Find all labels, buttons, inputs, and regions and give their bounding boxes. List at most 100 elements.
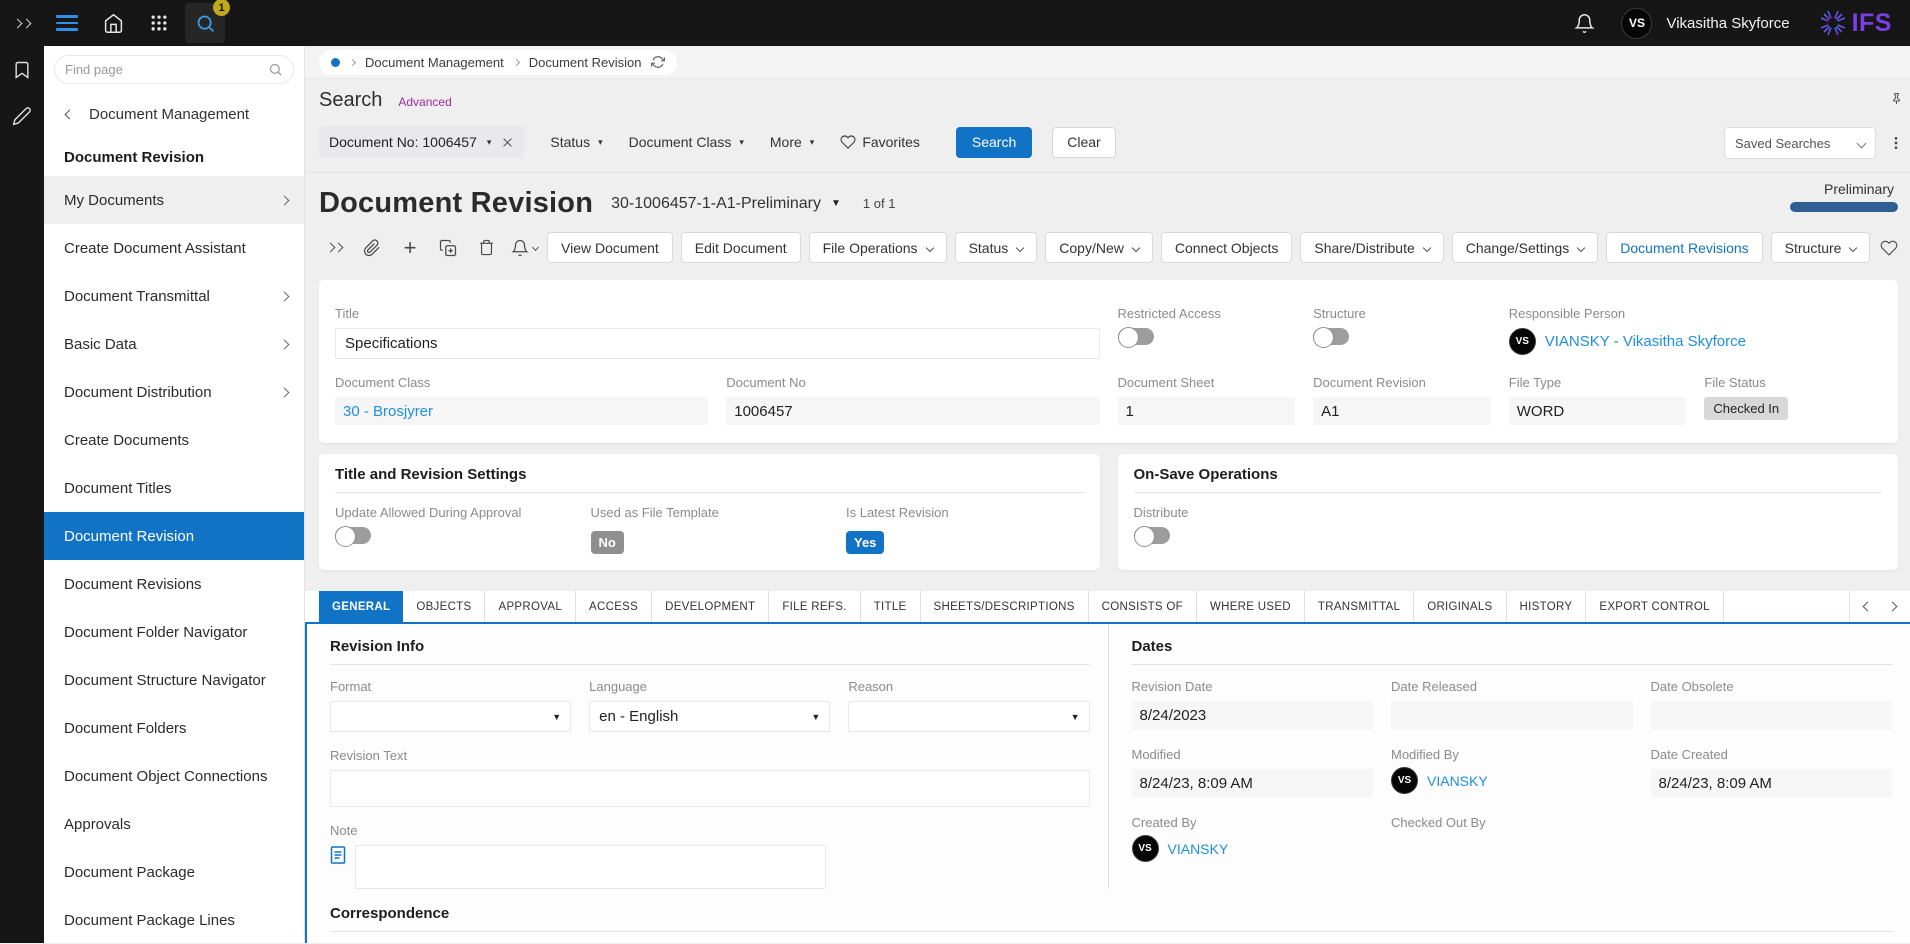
sidebar-item-document-distribution[interactable]: Document Distribution xyxy=(44,368,304,416)
kebab-menu-icon[interactable] xyxy=(1888,135,1904,151)
update-allowed-toggle[interactable] xyxy=(335,527,371,544)
sidebar-item-my-documents[interactable]: My Documents xyxy=(44,176,304,224)
add-record-button[interactable]: + xyxy=(395,233,425,263)
breadcrumb-document-management[interactable]: Document Management xyxy=(365,55,504,70)
chevron-down-icon xyxy=(1849,243,1857,251)
sidebar-item-document-folder-navigator[interactable]: Document Folder Navigator xyxy=(44,608,304,656)
record-selector[interactable]: 30-1006457-1-A1-Preliminary ▼ xyxy=(611,195,841,213)
filter-document-class[interactable]: Document Class▾ xyxy=(629,134,744,150)
sidebar-item-create-document-assistant[interactable]: Create Document Assistant xyxy=(44,224,304,272)
share-distribute-button[interactable]: Share/Distribute xyxy=(1300,232,1443,263)
user-name[interactable]: Vikasitha Skyforce xyxy=(1666,15,1789,32)
sidebar-item-document-folders[interactable]: Document Folders xyxy=(44,704,304,752)
find-page-input[interactable] xyxy=(65,62,268,77)
edit-document-button[interactable]: Edit Document xyxy=(681,232,801,263)
page-title: Document Revision xyxy=(319,187,593,220)
find-page-search[interactable] xyxy=(54,55,294,84)
search-button[interactable]: Search xyxy=(956,127,1032,158)
tab-access[interactable]: ACCESS xyxy=(576,591,652,622)
tab-where-used[interactable]: WHERE USED xyxy=(1197,591,1305,622)
global-search-button[interactable]: 1 xyxy=(185,3,225,43)
connect-objects-button[interactable]: Connect Objects xyxy=(1161,232,1293,263)
sidebar-item-approvals[interactable]: Approvals xyxy=(44,800,304,848)
tab-originals[interactable]: ORIGINALS xyxy=(1414,591,1506,622)
created-by-link[interactable]: VIANSKY xyxy=(1168,841,1229,857)
view-document-button[interactable]: View Document xyxy=(547,232,673,263)
tab-development[interactable]: DEVELOPMENT xyxy=(652,591,769,622)
tab-approval[interactable]: APPROVAL xyxy=(485,591,576,622)
favorites-button[interactable]: Favorites xyxy=(840,134,920,150)
reason-select[interactable]: ▼ xyxy=(848,701,1089,732)
tabs-scroll-left-icon[interactable] xyxy=(1863,602,1873,612)
document-class-link[interactable]: 30 - Brosjyrer xyxy=(343,403,433,420)
modified-by-link[interactable]: VIANSKY xyxy=(1427,773,1488,789)
tab-objects[interactable]: OBJECTS xyxy=(403,591,485,622)
structure-button[interactable]: Structure xyxy=(1771,232,1871,263)
clear-button[interactable]: Clear xyxy=(1052,127,1115,158)
tab-title[interactable]: TITLE xyxy=(861,591,921,622)
structure-toggle[interactable] xyxy=(1313,328,1349,345)
saved-searches-dropdown[interactable]: Saved Searches xyxy=(1724,127,1876,159)
tab-consists-of[interactable]: CONSISTS OF xyxy=(1089,591,1197,622)
bookmarks-button[interactable] xyxy=(12,60,32,80)
user-avatar[interactable]: VS xyxy=(1621,8,1652,39)
menu-button[interactable] xyxy=(47,3,87,43)
revision-text-input[interactable] xyxy=(330,770,1090,807)
title-input[interactable] xyxy=(335,328,1100,359)
sidebar-item-basic-data[interactable]: Basic Data xyxy=(44,320,304,368)
filter-chip-document-no[interactable]: Document No: 1006457 ▾ xyxy=(319,126,524,158)
status-button[interactable]: Status xyxy=(955,232,1038,263)
sidebar-item-create-documents[interactable]: Create Documents xyxy=(44,416,304,464)
latest-revision-badge: Yes xyxy=(846,531,884,554)
notifications-button[interactable] xyxy=(1564,3,1604,43)
sidebar-item-document-revisions[interactable]: Document Revisions xyxy=(44,560,304,608)
tabs-scroll-right-icon[interactable] xyxy=(1888,602,1898,612)
favorite-record-button[interactable] xyxy=(1880,239,1898,257)
duplicate-record-button[interactable] xyxy=(433,233,463,263)
restricted-access-toggle[interactable] xyxy=(1118,328,1154,345)
file-operations-button[interactable]: File Operations xyxy=(809,232,947,263)
tab-general[interactable]: GENERAL xyxy=(319,591,403,622)
breadcrumb-document-revision[interactable]: Document Revision xyxy=(529,55,642,70)
sidebar-item-document-package[interactable]: Document Package xyxy=(44,848,304,896)
subscribe-button[interactable] xyxy=(509,233,539,263)
copy-new-button[interactable]: Copy/New xyxy=(1045,232,1153,263)
sidebar-item-document-package-lines[interactable]: Document Package Lines xyxy=(44,896,304,944)
tab-export-control[interactable]: EXPORT CONTROL xyxy=(1586,591,1724,622)
expand-toolbar-button[interactable] xyxy=(319,233,349,263)
tab-sheets-descriptions[interactable]: SHEETS/DESCRIPTIONS xyxy=(921,591,1089,622)
chevron-down-icon: ▼ xyxy=(1071,712,1080,722)
advanced-search-link[interactable]: Advanced xyxy=(398,95,451,109)
clear-chip-icon[interactable] xyxy=(501,136,514,149)
language-select[interactable]: en - English ▼ xyxy=(589,701,830,732)
note-input[interactable] xyxy=(355,845,826,889)
home-button[interactable] xyxy=(93,3,133,43)
pin-icon[interactable] xyxy=(1889,91,1904,106)
format-select[interactable]: ▼ xyxy=(330,701,571,732)
status-label: Preliminary xyxy=(1790,181,1898,197)
tab-transmittal[interactable]: TRANSMITTAL xyxy=(1305,591,1414,622)
responsible-person-link[interactable]: VIANSKY - Vikasitha Skyforce xyxy=(1545,333,1746,350)
document-revisions-button[interactable]: Document Revisions xyxy=(1606,232,1762,263)
tab-history[interactable]: HISTORY xyxy=(1507,591,1587,622)
apps-button[interactable] xyxy=(139,3,179,43)
filter-status[interactable]: Status▾ xyxy=(550,134,602,150)
distribute-toggle[interactable] xyxy=(1134,527,1170,544)
sidebar-item-document-structure-navigator[interactable]: Document Structure Navigator xyxy=(44,656,304,704)
sidebar-item-document-transmittal[interactable]: Document Transmittal xyxy=(44,272,304,320)
delete-record-button[interactable] xyxy=(471,233,501,263)
sidebar-item-document-revision[interactable]: Document Revision xyxy=(44,512,304,560)
filter-more[interactable]: More▾ xyxy=(770,134,814,150)
rail-expand-button[interactable] xyxy=(0,20,44,27)
attachments-button[interactable] xyxy=(357,233,387,263)
sidebar-item-document-titles[interactable]: Document Titles xyxy=(44,464,304,512)
sidebar-section-title: Document Revision xyxy=(44,133,304,176)
tab-file-refs[interactable]: FILE REFS. xyxy=(769,591,860,622)
sidebar-back-button[interactable]: Document Management xyxy=(44,90,304,133)
annotate-button[interactable] xyxy=(12,106,32,126)
note-icon[interactable] xyxy=(330,845,346,865)
field-restricted-access: Restricted Access xyxy=(1118,306,1296,359)
change-settings-button[interactable]: Change/Settings xyxy=(1452,232,1599,263)
sidebar-item-document-object-connections[interactable]: Document Object Connections xyxy=(44,752,304,800)
refresh-icon[interactable] xyxy=(651,55,665,69)
